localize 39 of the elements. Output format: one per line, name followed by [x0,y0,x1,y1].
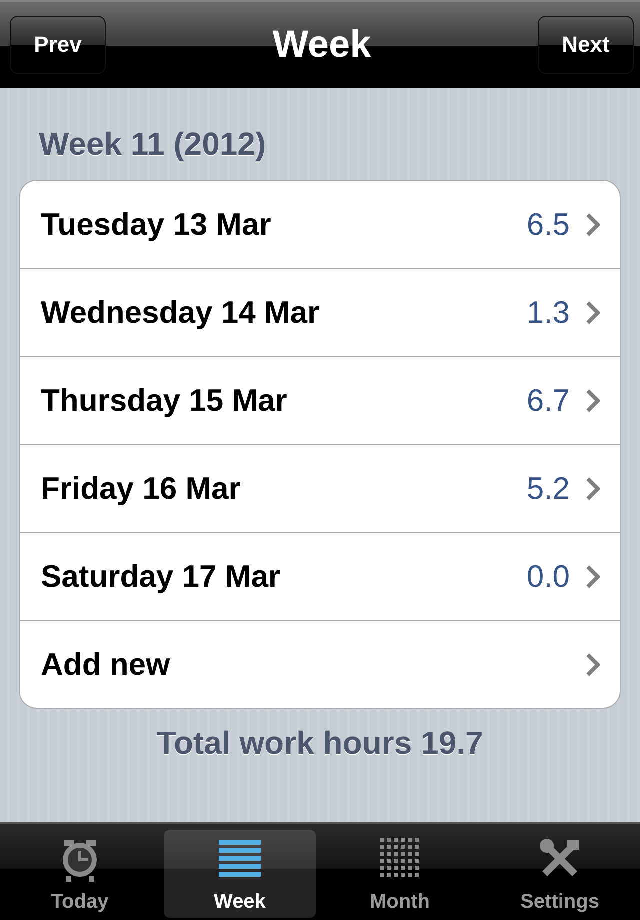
row-label: Wednesday 14 Mar [41,294,321,330]
list-icon [219,838,261,880]
chevron-icon [586,388,600,412]
hours-value: 5.2 [526,470,570,506]
chevron-icon [586,476,600,500]
tab[interactable]: Settings [484,830,636,918]
row-label: Saturday 17 Mar [41,558,282,594]
hours-value: 1.3 [526,294,570,330]
tab[interactable]: Today [4,830,156,918]
row-label: Friday 16 Mar [41,470,242,506]
prev-button[interactable]: Prev [10,16,106,74]
tab-label: Settings [520,891,600,914]
hours-value: 6.5 [526,206,570,242]
alarm-clock-icon [60,838,100,882]
list-row[interactable]: Friday 16 Mar 5.2 [20,444,620,532]
hours-value: 0.0 [526,558,570,594]
list-row[interactable]: Thursday 15 Mar 6.7 [20,356,620,444]
tab-label: Month [370,891,430,914]
chevron-icon [586,212,600,236]
list-row[interactable]: Tuesday 13 Mar 6.5 [20,181,620,268]
chevron-icon [586,564,600,588]
screen-title: Week [272,24,372,66]
list-row[interactable]: Add new [20,620,620,708]
tab[interactable]: Month [324,830,476,918]
total-hours: Total work hours 19.7 [156,725,484,762]
list-row[interactable]: Saturday 17 Mar 0.0 [20,532,620,620]
row-label: Add new [41,646,172,682]
next-button[interactable]: Next [538,16,634,74]
tab-label: Week [214,891,266,914]
tab-label: Today [51,891,109,914]
chevron-icon [586,300,600,324]
tab[interactable]: Week [164,830,316,918]
section-title: Week 11 (2012) [39,126,268,163]
list-row[interactable]: Wednesday 14 Mar 1.3 [20,268,620,356]
hours-value: 6.7 [526,382,570,418]
grid-icon [380,838,420,878]
row-label: Tuesday 13 Mar [41,206,272,242]
row-label: Thursday 15 Mar [41,382,288,418]
chevron-icon [586,652,600,676]
